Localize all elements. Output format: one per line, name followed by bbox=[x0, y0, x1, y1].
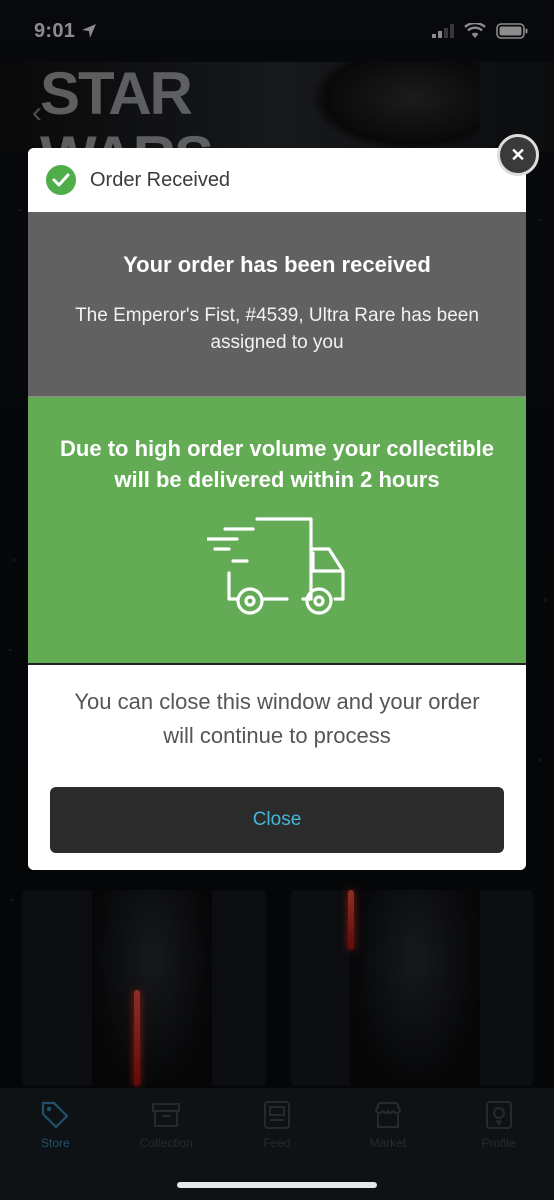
close-info-text: You can close this window and your order… bbox=[74, 689, 480, 748]
check-circle-icon bbox=[46, 165, 76, 195]
delivery-notice-section: Due to high order volume your collectibl… bbox=[28, 397, 526, 663]
close-icon: ✕ bbox=[510, 144, 526, 165]
delivery-truck-icon bbox=[207, 517, 345, 615]
dialog-header: Order Received bbox=[28, 148, 526, 212]
dialog-title: Order Received bbox=[90, 168, 231, 191]
close-info-section: You can close this window and your order… bbox=[28, 663, 526, 870]
dismiss-dialog-button[interactable]: ✕ bbox=[497, 134, 539, 176]
home-indicator[interactable] bbox=[177, 1182, 377, 1188]
confirmation-heading: Your order has been received bbox=[123, 252, 431, 277]
close-button[interactable]: Close bbox=[50, 787, 504, 853]
confirmation-message: The Emperor's Fist, #4539, Ultra Rare ha… bbox=[75, 305, 479, 353]
delivery-notice: Due to high order volume your collectibl… bbox=[60, 436, 494, 492]
order-confirmation-section: Your order has been received The Emperor… bbox=[28, 212, 526, 397]
order-received-dialog: Order Received Your order has been recei… bbox=[28, 148, 526, 870]
